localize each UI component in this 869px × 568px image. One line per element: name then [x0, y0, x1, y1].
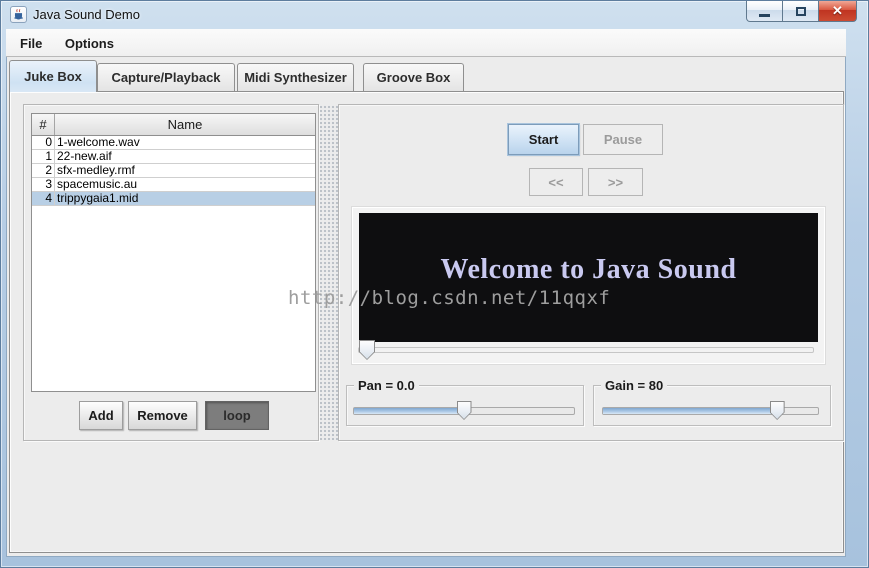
tab-juke-box[interactable]: Juke Box: [9, 60, 97, 92]
menu-options[interactable]: Options: [56, 34, 123, 53]
minimize-button[interactable]: [746, 1, 783, 22]
app-window: Java Sound Demo ✕ File Options Juke Box …: [0, 0, 869, 568]
pan-thumb[interactable]: [456, 401, 472, 420]
gain-label: Gain = 80: [601, 378, 668, 393]
table-row[interactable]: 0 1-welcome.wav: [32, 136, 315, 150]
row-name: 22-new.aif: [57, 150, 112, 163]
pan-fill: [354, 408, 464, 414]
seek-thumb[interactable]: [359, 340, 375, 360]
maximize-button[interactable]: [783, 1, 819, 22]
row-index: 3: [32, 178, 55, 191]
watermark-text: http://blog.csdn.net/11qqxf: [288, 287, 611, 309]
close-icon: ✕: [832, 3, 843, 18]
loop-toggle-button[interactable]: loop: [205, 401, 269, 430]
column-header-name[interactable]: Name: [55, 114, 315, 135]
pan-track[interactable]: [353, 401, 575, 420]
display-screen: Welcome to Java Sound: [359, 213, 818, 342]
next-track-button[interactable]: >>: [588, 168, 643, 196]
playlist-table: # Name 0 1-welcome.wav 1 22-new.aif 2 sf…: [31, 113, 316, 392]
seek-slider: [358, 339, 814, 361]
row-index: 1: [32, 150, 55, 163]
gain-thumb[interactable]: [769, 401, 785, 420]
start-button[interactable]: Start: [508, 124, 579, 155]
tab-midi-synthesizer[interactable]: Midi Synthesizer: [237, 63, 354, 91]
java-cup-icon: [10, 6, 27, 23]
gain-track[interactable]: [602, 401, 819, 420]
table-header: # Name: [32, 114, 315, 136]
split-pane-divider[interactable]: [319, 105, 338, 440]
column-header-index[interactable]: #: [32, 114, 55, 135]
row-index: 4: [32, 192, 55, 205]
remove-button[interactable]: Remove: [128, 401, 197, 430]
pan-slider: [353, 400, 575, 422]
row-name: 1-welcome.wav: [57, 136, 140, 149]
row-index: 2: [32, 164, 55, 177]
table-row-selected[interactable]: 4 trippygaia1.mid: [32, 192, 315, 206]
gain-slider: [602, 400, 819, 422]
row-index: 0: [32, 136, 55, 149]
table-row[interactable]: 3 spacemusic.au: [32, 178, 315, 192]
row-name: spacemusic.au: [57, 178, 138, 191]
tab-capture-playback[interactable]: Capture/Playback: [97, 63, 235, 91]
gain-fill: [603, 408, 778, 414]
add-button[interactable]: Add: [79, 401, 123, 430]
pan-label: Pan = 0.0: [354, 378, 419, 393]
title-bar[interactable]: Java Sound Demo ✕: [1, 1, 868, 29]
tab-groove-box[interactable]: Groove Box: [363, 63, 464, 91]
row-name: sfx-medley.rmf: [57, 164, 135, 177]
pause-button[interactable]: Pause: [583, 124, 663, 155]
window-title: Java Sound Demo: [33, 7, 140, 22]
table-row[interactable]: 2 sfx-medley.rmf: [32, 164, 315, 178]
menu-bar: File Options: [6, 29, 846, 57]
row-name: trippygaia1.mid: [57, 192, 139, 205]
window-controls: ✕: [746, 1, 857, 22]
minimize-icon: [759, 13, 770, 17]
close-button[interactable]: ✕: [819, 1, 857, 22]
menu-file[interactable]: File: [11, 34, 51, 53]
display-message: Welcome to Java Sound: [440, 253, 737, 285]
previous-track-button[interactable]: <<: [529, 168, 583, 196]
seek-track[interactable]: [358, 340, 814, 360]
maximize-icon: [795, 6, 806, 16]
table-row[interactable]: 1 22-new.aif: [32, 150, 315, 164]
